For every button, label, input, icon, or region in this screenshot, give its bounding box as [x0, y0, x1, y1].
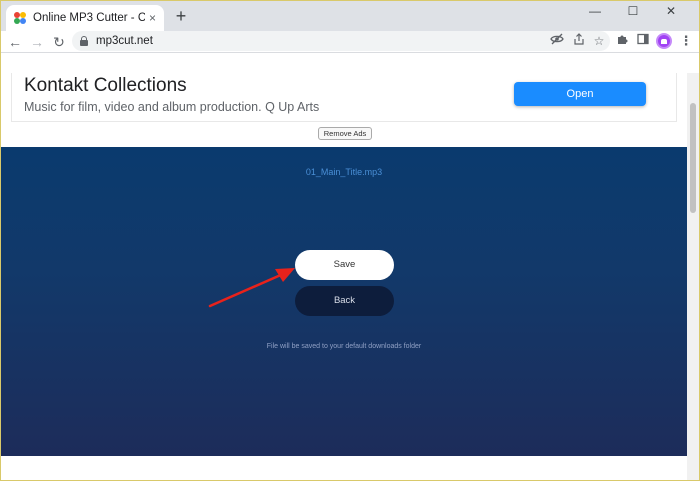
remove-ads-button[interactable]: Remove Ads	[318, 127, 372, 140]
back-button[interactable]: Back	[295, 286, 394, 316]
ad-open-button[interactable]: Open	[514, 82, 646, 106]
reload-icon[interactable]: ↻	[50, 33, 68, 51]
save-hint: File will be saved to your default downl…	[266, 343, 422, 350]
file-name: 01_Main_Title.mp3	[305, 167, 383, 177]
lock-icon	[80, 36, 88, 46]
browser-tab[interactable]: Online MP3 Cutter - Cut Songs, M ×	[6, 5, 164, 31]
mp3cut-favicon-icon	[14, 12, 26, 24]
page-viewport: Kontakt Collections Music for film, vide…	[1, 73, 687, 481]
save-button[interactable]: Save	[295, 250, 394, 280]
editor-panel: 01_Main_Title.mp3 Save Back File will be…	[1, 147, 687, 456]
url-text: mp3cut.net	[96, 35, 153, 47]
maximize-button[interactable]: ☐	[620, 2, 646, 20]
close-window-button[interactable]: ✕	[658, 2, 684, 20]
annotation-arrow-icon	[208, 268, 295, 308]
ad-title[interactable]: Kontakt Collections	[24, 75, 187, 97]
browser-toolbar: ← → ↻ mp3cut.net ☆ ⋮	[0, 31, 700, 53]
eye-off-icon[interactable]	[549, 33, 565, 49]
new-tab-button[interactable]: +	[172, 7, 190, 25]
ad-subtitle: Music for film, video and album producti…	[24, 100, 320, 114]
ad-banner: Kontakt Collections Music for film, vide…	[11, 73, 677, 122]
back-arrow-icon[interactable]: ←	[6, 33, 24, 51]
share-icon[interactable]	[571, 33, 587, 49]
tab-strip: Online MP3 Cutter - Cut Songs, M × + — ☐…	[0, 0, 700, 31]
extension-icon[interactable]	[614, 33, 630, 49]
minimize-button[interactable]: —	[582, 2, 608, 20]
profile-avatar[interactable]	[656, 33, 672, 49]
page-scrollbar[interactable]	[687, 73, 699, 481]
forward-arrow-icon[interactable]: →	[28, 33, 46, 51]
tab-title: Online MP3 Cutter - Cut Songs, M	[33, 12, 145, 24]
menu-icon[interactable]: ⋮	[678, 33, 694, 49]
side-panel-icon[interactable]	[635, 33, 651, 49]
star-icon[interactable]: ☆	[591, 33, 607, 49]
tab-close-icon[interactable]: ×	[149, 12, 156, 24]
address-bar[interactable]: mp3cut.net	[72, 31, 610, 51]
scrollbar-thumb[interactable]	[690, 103, 696, 213]
